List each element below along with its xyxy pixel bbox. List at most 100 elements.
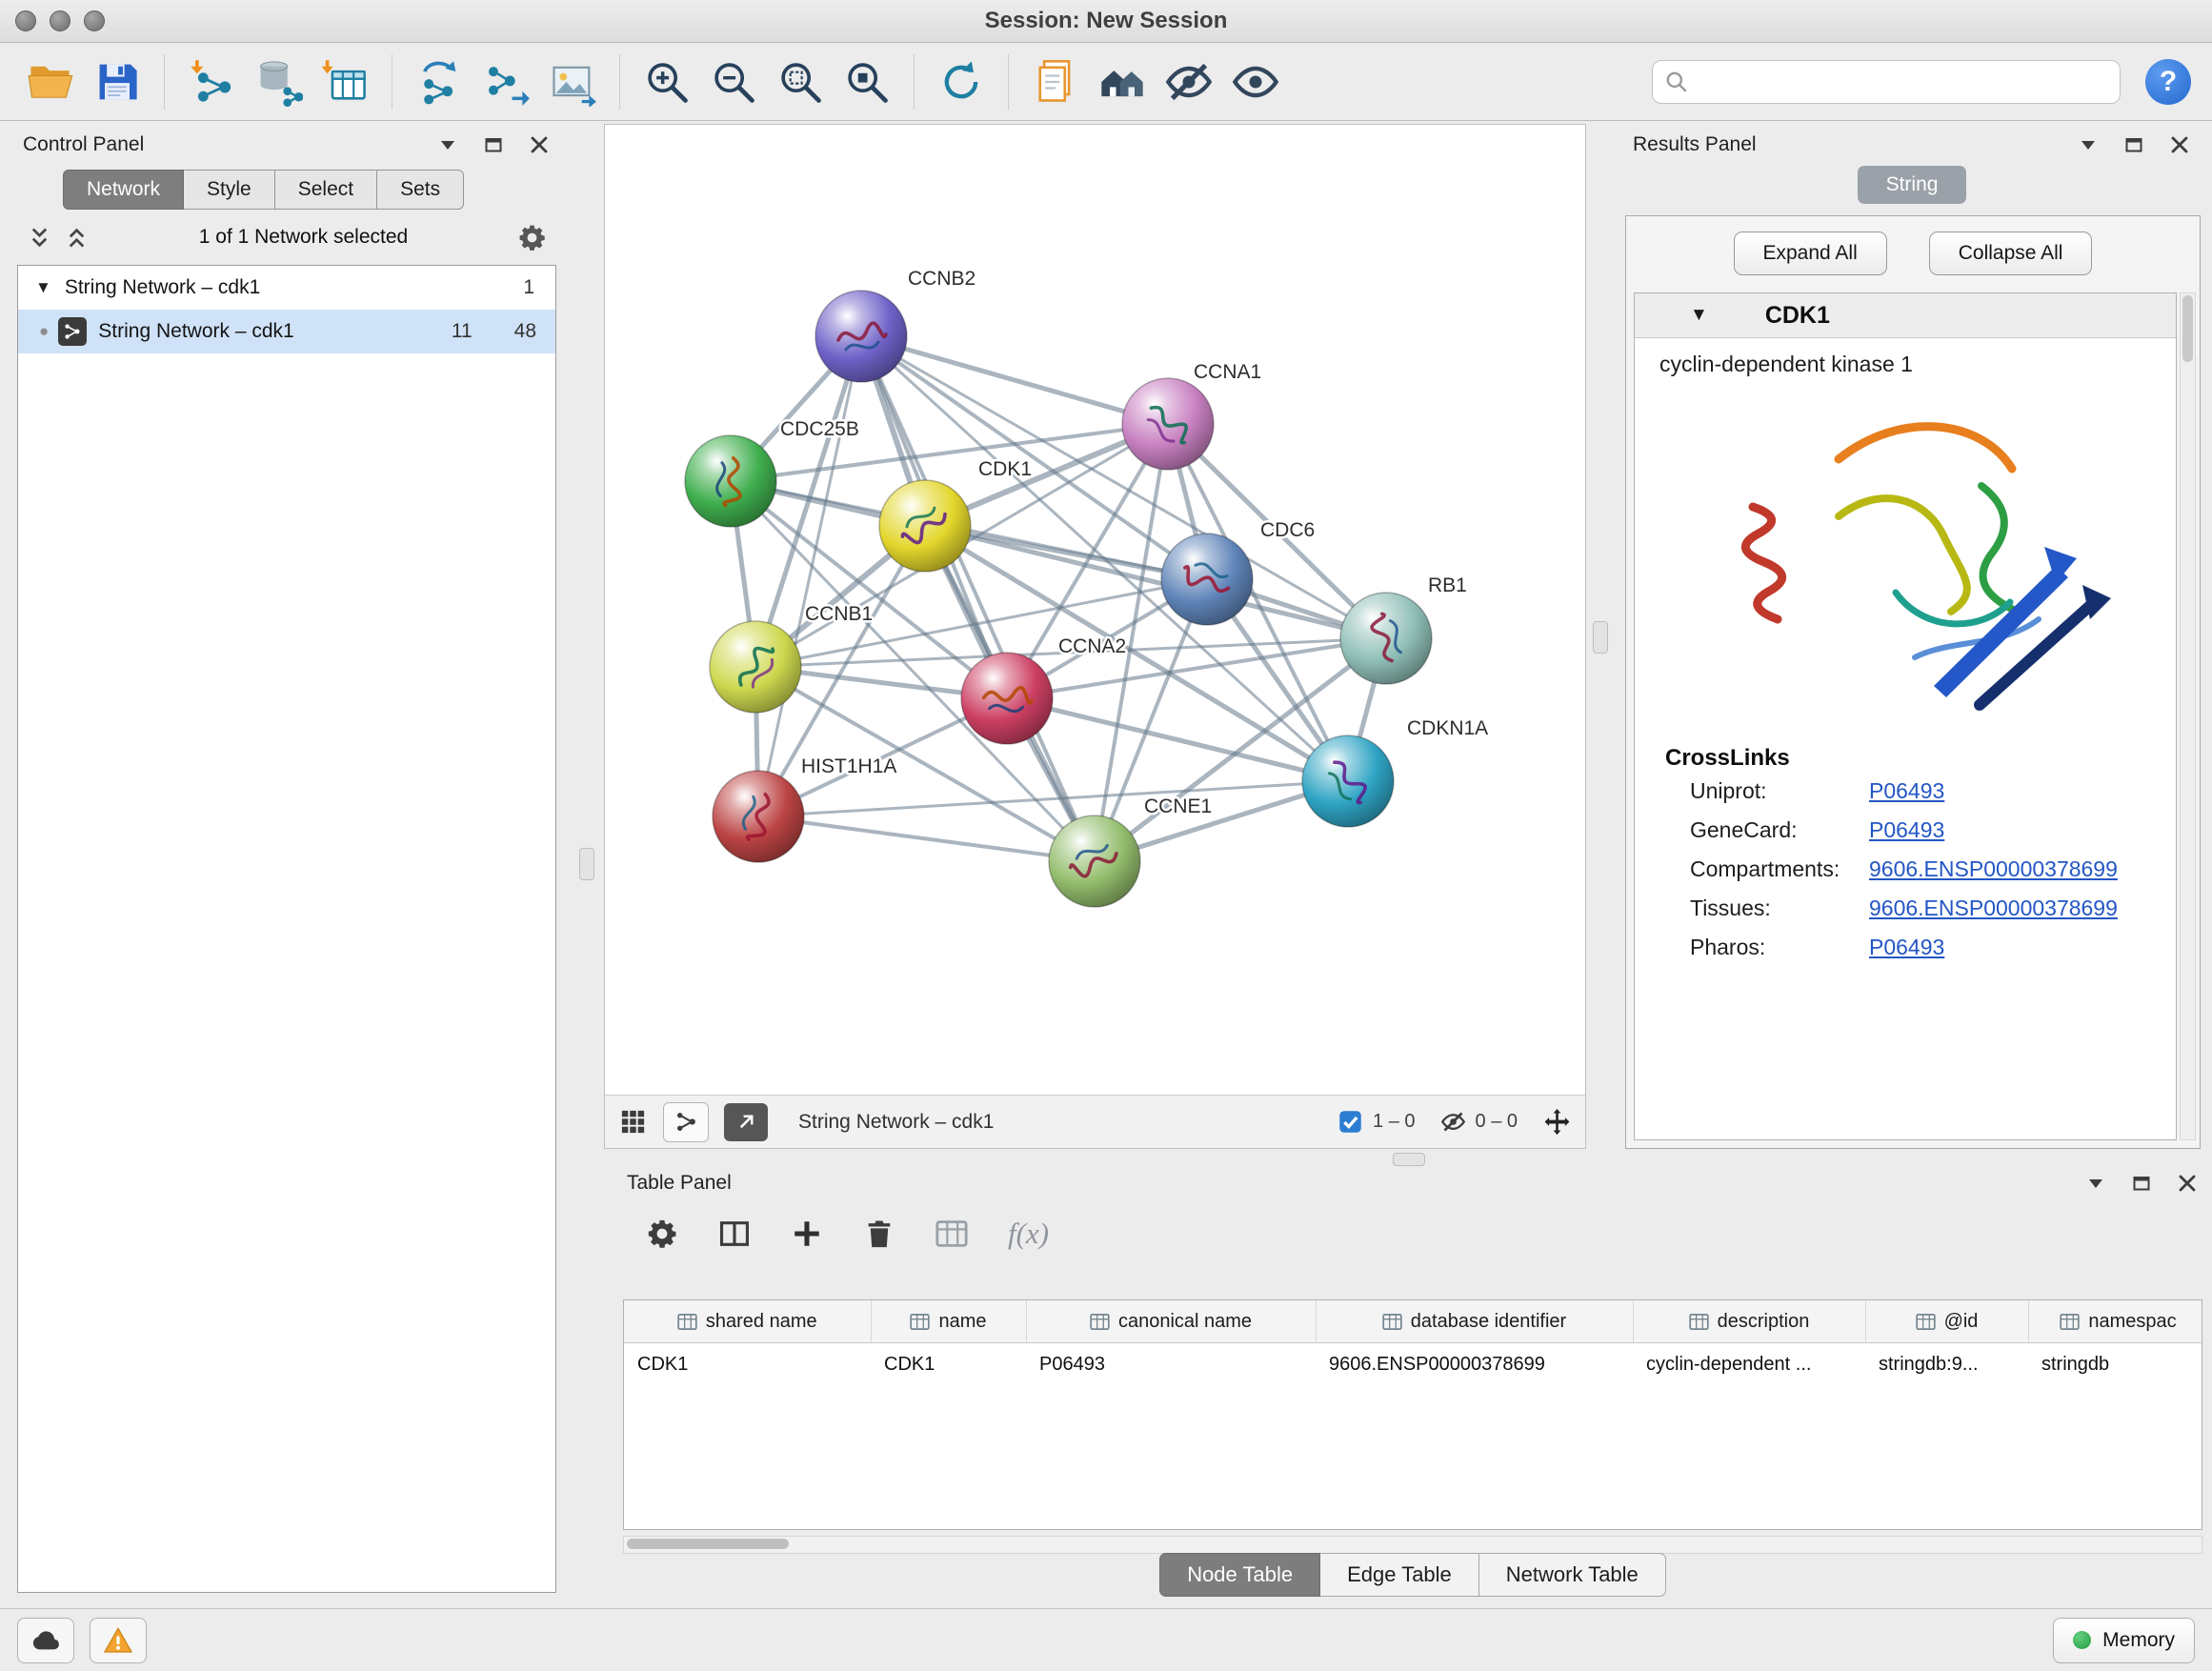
zoom-fit-button[interactable] bbox=[771, 52, 830, 111]
delete-column-icon[interactable] bbox=[863, 1218, 895, 1250]
crosslink-uniprot-link[interactable]: P06493 bbox=[1869, 778, 1944, 804]
network-node-CDC6[interactable] bbox=[1161, 534, 1253, 625]
crosslink-genecard-link[interactable]: P06493 bbox=[1869, 817, 1944, 843]
copy-document-button[interactable] bbox=[1026, 52, 1085, 111]
network-node-CCNA2[interactable] bbox=[961, 653, 1053, 744]
network-node-CDK1[interactable] bbox=[879, 480, 971, 572]
results-panel-float-icon[interactable] bbox=[2122, 133, 2145, 156]
column-header-namespac[interactable]: namespac bbox=[2028, 1300, 2202, 1343]
memory-button[interactable]: Memory bbox=[2053, 1618, 2195, 1663]
column-header-shared-name[interactable]: shared name bbox=[624, 1300, 871, 1343]
network-edge-CCNB2-HIST1H1A[interactable] bbox=[758, 336, 861, 816]
table-cell[interactable]: cyclin-dependent ... bbox=[1633, 1343, 1865, 1386]
import-network-file-button[interactable] bbox=[182, 52, 241, 111]
tab-sets[interactable]: Sets bbox=[377, 170, 464, 210]
network-node-CDC25B[interactable] bbox=[685, 435, 776, 527]
control-panel-float-icon[interactable] bbox=[482, 133, 505, 156]
table-cell[interactable]: CDK1 bbox=[624, 1343, 871, 1386]
selected-checkbox-icon[interactable] bbox=[1337, 1109, 1363, 1135]
results-panel-close-icon[interactable] bbox=[2168, 133, 2191, 156]
right-splitter-handle[interactable] bbox=[1593, 621, 1608, 654]
tab-node-table[interactable]: Node Table bbox=[1159, 1553, 1320, 1597]
section-expander-icon[interactable]: ▼ bbox=[1690, 305, 1708, 326]
table-row[interactable]: CDK1CDK1P064939606.ENSP00000378699cyclin… bbox=[624, 1343, 2202, 1386]
network-collection-row[interactable]: ▼ String Network – cdk1 1 bbox=[18, 266, 555, 310]
network-node-CCNB1[interactable] bbox=[710, 621, 801, 713]
crosslink-tissues-link[interactable]: 9606.ENSP00000378699 bbox=[1869, 896, 2118, 921]
add-column-icon[interactable] bbox=[791, 1218, 823, 1250]
table-cell[interactable]: stringdb bbox=[2028, 1343, 2202, 1386]
tab-string[interactable]: String bbox=[1858, 166, 1966, 204]
network-node-CCNB2[interactable] bbox=[815, 291, 907, 382]
node-table[interactable]: shared namenamecanonical namedatabase id… bbox=[623, 1299, 2202, 1530]
show-all-button[interactable] bbox=[1226, 52, 1285, 111]
network-view[interactable]: CCNB2CCNA1CDC25BCDK1CDC6RB1CCNB1CCNA2CDK… bbox=[604, 124, 1586, 1149]
network-node-CCNA1[interactable] bbox=[1122, 378, 1214, 470]
collapse-all-networks-icon[interactable] bbox=[64, 225, 90, 251]
network-overview-button[interactable] bbox=[1093, 52, 1152, 111]
table-panel-float-icon[interactable] bbox=[2130, 1172, 2153, 1195]
search-input[interactable] bbox=[1697, 70, 2108, 94]
network-node-HIST1H1A[interactable] bbox=[713, 771, 804, 862]
function-builder-icon[interactable]: f(x) bbox=[1008, 1217, 1049, 1251]
tab-select[interactable]: Select bbox=[275, 170, 377, 210]
delete-table-icon[interactable] bbox=[935, 1218, 968, 1250]
table-cell[interactable]: CDK1 bbox=[871, 1343, 1026, 1386]
export-image-button[interactable] bbox=[543, 52, 602, 111]
import-network-database-button[interactable] bbox=[249, 52, 308, 111]
zoom-out-button[interactable] bbox=[704, 52, 763, 111]
table-cell[interactable]: 9606.ENSP00000378699 bbox=[1316, 1343, 1633, 1386]
tab-network[interactable]: Network bbox=[63, 170, 184, 210]
crosslink-compartments-link[interactable]: 9606.ENSP00000378699 bbox=[1869, 856, 2118, 882]
collection-expander-icon[interactable]: ▼ bbox=[35, 278, 51, 297]
show-columns-icon[interactable] bbox=[718, 1218, 751, 1250]
cloud-status-button[interactable] bbox=[17, 1618, 74, 1663]
crosslink-pharos-link[interactable]: P06493 bbox=[1869, 935, 1944, 960]
network-edge-CCNB2-CCNE1[interactable] bbox=[861, 336, 1095, 861]
open-session-button[interactable] bbox=[21, 52, 80, 111]
column-header-name[interactable]: name bbox=[871, 1300, 1026, 1343]
network-row[interactable]: ● String Network – cdk1 11 48 bbox=[18, 310, 555, 353]
expand-all-networks-icon[interactable] bbox=[27, 225, 52, 251]
left-splitter-handle[interactable] bbox=[579, 848, 594, 880]
open-in-window-button[interactable] bbox=[724, 1103, 768, 1141]
search-box[interactable] bbox=[1652, 60, 2121, 104]
hidden-eyeslash-icon[interactable] bbox=[1440, 1109, 1466, 1135]
column-header-database-identifier[interactable]: database identifier bbox=[1316, 1300, 1633, 1343]
grid-view-icon[interactable] bbox=[618, 1107, 648, 1137]
close-window-button[interactable] bbox=[15, 10, 36, 31]
table-cell[interactable]: P06493 bbox=[1026, 1343, 1316, 1386]
results-panel-collapse-icon[interactable] bbox=[2077, 133, 2100, 156]
results-scrollbar[interactable] bbox=[2180, 292, 2196, 1140]
network-node-CDKN1A[interactable] bbox=[1302, 735, 1394, 827]
expand-all-button[interactable]: Expand All bbox=[1734, 232, 1887, 275]
minimize-window-button[interactable] bbox=[50, 10, 70, 31]
zoom-in-button[interactable] bbox=[637, 52, 696, 111]
birdseye-view-button[interactable] bbox=[663, 1102, 709, 1142]
apply-layout-button[interactable] bbox=[932, 52, 991, 111]
node-section-header[interactable]: ▼ CDK1 bbox=[1635, 293, 2176, 338]
collapse-all-button[interactable]: Collapse All bbox=[1929, 232, 2093, 275]
column-header-canonical-name[interactable]: canonical name bbox=[1026, 1300, 1316, 1343]
table-cell[interactable]: stringdb:9... bbox=[1865, 1343, 2028, 1386]
column-header-id[interactable]: @id bbox=[1865, 1300, 2028, 1343]
table-panel-close-icon[interactable] bbox=[2176, 1172, 2199, 1195]
control-panel-close-icon[interactable] bbox=[528, 133, 551, 156]
control-panel-collapse-icon[interactable] bbox=[436, 133, 459, 156]
help-button[interactable] bbox=[2145, 59, 2191, 105]
export-network-button[interactable] bbox=[476, 52, 535, 111]
column-header-description[interactable]: description bbox=[1633, 1300, 1865, 1343]
hide-selected-button[interactable] bbox=[1159, 52, 1218, 111]
network-options-gear-icon[interactable] bbox=[517, 223, 547, 252]
network-node-RB1[interactable] bbox=[1340, 593, 1432, 684]
warnings-button[interactable] bbox=[90, 1618, 147, 1663]
import-table-button[interactable] bbox=[315, 52, 374, 111]
network-edge-HIST1H1A-CCNE1[interactable] bbox=[758, 816, 1095, 861]
network-node-CCNE1[interactable] bbox=[1049, 815, 1140, 907]
table-horizontal-scrollbar[interactable] bbox=[623, 1536, 2202, 1554]
zoom-selected-button[interactable] bbox=[837, 52, 896, 111]
network-canvas[interactable]: CCNB2CCNA1CDC25BCDK1CDC6RB1CCNB1CCNA2CDK… bbox=[605, 125, 1585, 1095]
save-session-button[interactable] bbox=[88, 52, 147, 111]
tab-edge-table[interactable]: Edge Table bbox=[1320, 1553, 1479, 1597]
table-panel-collapse-icon[interactable] bbox=[2084, 1172, 2107, 1195]
